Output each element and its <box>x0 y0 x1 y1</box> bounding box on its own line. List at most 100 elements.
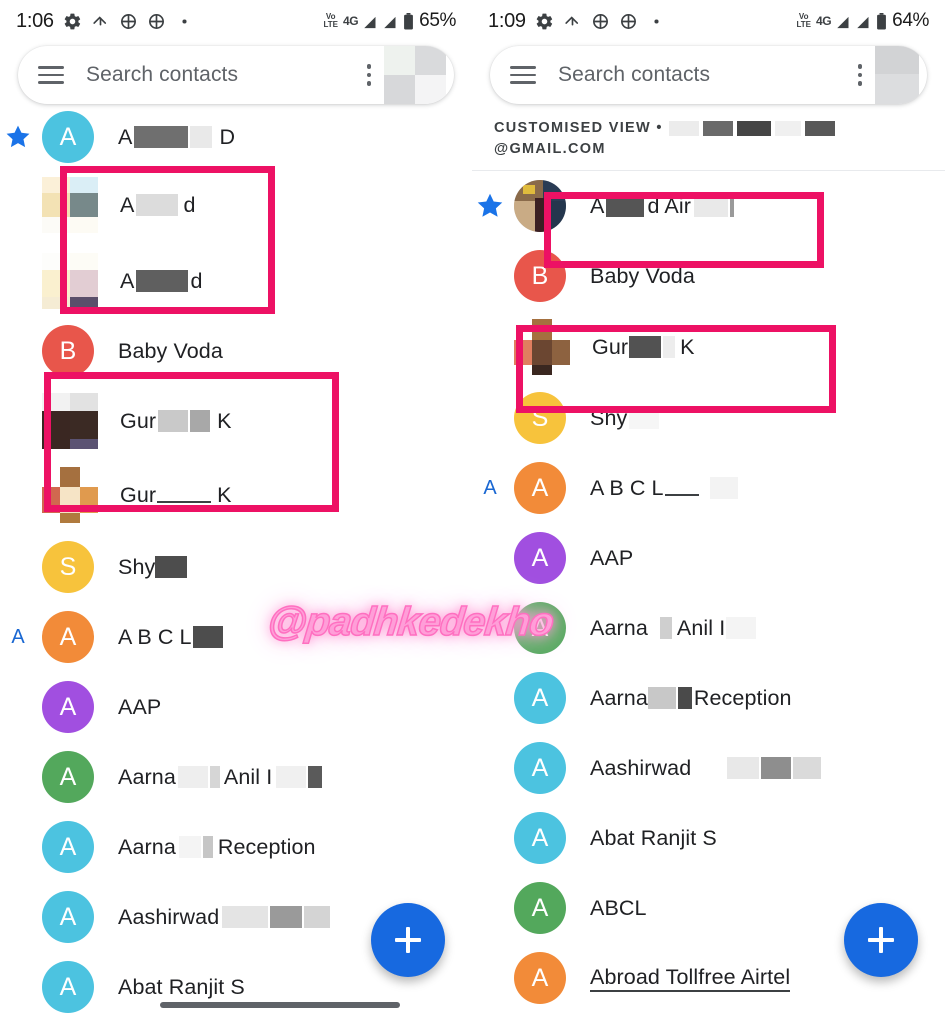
volte-icon: Vo LTE <box>796 12 811 29</box>
cast-wifi-icon <box>91 12 110 31</box>
overflow-menu-icon[interactable] <box>849 64 871 86</box>
contact-row[interactable]: A d <box>0 244 472 318</box>
contact-row[interactable]: A Aarna Anil I <box>0 742 472 812</box>
contact-row[interactable]: A A D <box>0 108 472 166</box>
avatar-letter: A <box>531 893 549 922</box>
star-icon <box>0 123 36 151</box>
add-contact-fab-right[interactable] <box>844 903 918 977</box>
contact-row[interactable]: A Abat Ranjit S <box>472 803 945 873</box>
right-phone-screenshot: 1:09 Vo LTE 4G 64% Search contacts CUSTO… <box>472 0 945 1024</box>
avatar-letter: A <box>531 543 549 572</box>
avatar: A <box>42 611 94 663</box>
redaction-block <box>158 410 189 432</box>
contact-name: Gur K <box>120 409 232 434</box>
avatar-letter: A <box>59 122 77 151</box>
contact-row[interactable]: A AAP <box>0 672 472 742</box>
contact-row[interactable]: A Aashirwad <box>472 733 945 803</box>
search-bar-container-right: Search contacts <box>472 42 945 104</box>
redaction-block <box>190 410 211 432</box>
avatar-letter: A <box>59 972 77 1001</box>
contact-row[interactable]: A Aarna Reception <box>0 812 472 882</box>
redaction-block <box>647 687 676 710</box>
contact-row[interactable]: Gur K <box>0 458 472 532</box>
avatar-letter: A <box>531 753 549 782</box>
customised-view-label: CUSTOMISED VIEW • <box>494 120 663 136</box>
contact-name-prefix: A B C L <box>590 475 664 500</box>
contact-name: Gur K <box>592 335 695 360</box>
redaction-block <box>774 121 801 136</box>
contact-name: Aarna Reception <box>118 835 316 860</box>
avatar: A <box>42 111 94 163</box>
contact-name-prefix: Shy <box>118 554 156 579</box>
left-phone-screenshot: 1:06 Vo LTE 4G 65% Search contacts A A D… <box>0 0 472 1024</box>
avatar: B <box>514 250 566 303</box>
avatar-letter: A <box>531 683 549 712</box>
contact-row[interactable]: S Shy <box>0 532 472 602</box>
contact-name: ABCL <box>590 895 647 920</box>
avatar: A <box>514 952 566 1005</box>
hamburger-menu-icon[interactable] <box>38 66 64 84</box>
redaction-block <box>276 766 307 788</box>
contact-row[interactable]: A Aarna Anil I <box>472 593 945 663</box>
contact-row[interactable]: A A A B C L <box>0 602 472 672</box>
contact-row[interactable]: A A A B C L <box>472 453 945 523</box>
contact-name: Gur K <box>120 483 232 508</box>
contact-name-suffix: d <box>183 192 196 217</box>
redaction-block <box>190 126 213 148</box>
cast-wifi-icon <box>563 12 582 31</box>
contact-name-prefix: A <box>120 192 135 217</box>
redaction-block <box>677 687 692 710</box>
signal-icon-sim2 <box>856 14 871 29</box>
hamburger-menu-icon[interactable] <box>510 66 536 84</box>
customised-view-header: CUSTOMISED VIEW • @GMAIL.COM <box>472 104 945 166</box>
contact-row[interactable]: Gur K <box>472 311 945 383</box>
avatar-photo <box>42 467 98 523</box>
avatar: A <box>42 751 94 803</box>
contact-name-prefix: Aarna <box>118 834 176 859</box>
contact-name-suffix: K <box>680 334 695 359</box>
avatar-letter: A <box>531 613 549 642</box>
account-avatar[interactable] <box>875 46 919 104</box>
redaction-block <box>155 556 188 578</box>
contact-row[interactable]: A Aarna Reception <box>472 663 945 733</box>
redaction-block <box>629 407 660 430</box>
contact-row[interactable]: A d <box>0 166 472 244</box>
signal-icon-sim2 <box>383 14 398 29</box>
search-input-left[interactable]: Search contacts <box>86 63 358 87</box>
comparison-screenshot: 1:06 Vo LTE 4G 65% Search contacts A A D… <box>0 0 945 1024</box>
contact-name: Baby Voda <box>118 338 223 363</box>
search-bar-left[interactable]: Search contacts <box>18 46 454 104</box>
add-contact-fab-left[interactable] <box>371 903 445 977</box>
contact-row[interactable]: B Baby Voda <box>0 318 472 384</box>
contact-name: Aarna Anil I <box>590 616 757 641</box>
contact-name-suffix: d <box>190 268 203 293</box>
avatar-photo <box>42 393 98 449</box>
avatar: B <box>42 325 94 377</box>
overflow-menu-icon[interactable] <box>358 64 380 86</box>
dot-icon <box>647 12 666 31</box>
redaction-block <box>178 836 201 858</box>
avatar-letter: A <box>59 622 77 651</box>
contact-row[interactable]: B Baby Voda <box>472 241 945 311</box>
crosshair-icon-2 <box>619 12 638 31</box>
contact-row[interactable]: A AAP <box>472 523 945 593</box>
battery-percent: 64% <box>892 10 929 31</box>
contact-name: AAP <box>590 545 634 570</box>
avatar-letter: A <box>59 692 77 721</box>
search-input-right[interactable]: Search contacts <box>558 63 849 87</box>
contact-row[interactable]: Gur K <box>0 384 472 458</box>
contact-row[interactable]: A d Air <box>472 171 945 241</box>
avatar: A <box>42 891 94 943</box>
account-avatar[interactable] <box>384 46 446 104</box>
redaction-block <box>136 194 179 216</box>
contact-name-suffix: Anil I <box>676 615 726 640</box>
avatar: A <box>514 742 566 795</box>
avatar-photo <box>514 180 566 233</box>
signal-icon-sim1 <box>363 14 378 29</box>
gesture-navigation-bar-left <box>160 1002 400 1008</box>
redaction-block <box>209 766 220 788</box>
signal-icon-sim1 <box>836 14 851 29</box>
search-bar-right[interactable]: Search contacts <box>490 46 927 104</box>
status-bar-left: 1:06 Vo LTE 4G 65% <box>0 0 472 42</box>
contact-row[interactable]: S Shy <box>472 383 945 453</box>
